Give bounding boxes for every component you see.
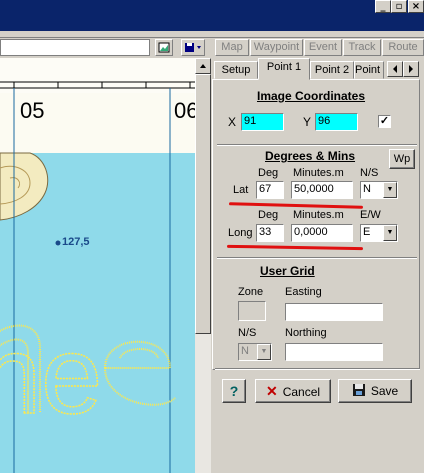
maximize-button[interactable]: ▫ (391, 0, 407, 13)
map-view[interactable]: ne 05 06 127,5 (0, 58, 195, 473)
tab-point-3[interactable]: Point 3 (354, 61, 384, 79)
tab-map[interactable]: Map (215, 39, 249, 56)
save-label: Save (370, 384, 399, 398)
deg-header: Deg (258, 167, 279, 179)
minutes-header: Minutes.m (293, 167, 344, 179)
zone-field[interactable] (238, 301, 266, 321)
separator (215, 368, 420, 370)
x-coordinate-field[interactable]: 91 (241, 113, 284, 131)
long-minutes-field[interactable]: 0,0000 (291, 224, 353, 242)
calibration-panel: Setup Point 1 Point 2 Point 3 Image Coor… (211, 58, 424, 473)
grid-hemisphere-value: N (241, 345, 249, 357)
red-annotation-mark (228, 202, 364, 209)
close-icon: ✕ (265, 383, 278, 399)
tab-content: Image Coordinates X 91 Y 96 ✓ Degrees & … (212, 79, 420, 370)
dropdown-arrow-icon[interactable]: ▼ (257, 344, 271, 360)
map-vertical-scrollbar[interactable] (195, 58, 211, 473)
minimize-button[interactable]: _ (375, 0, 391, 13)
save-disk-icon[interactable] (181, 39, 205, 56)
grid-label-06: 06 (174, 98, 195, 123)
y-label: Y (303, 115, 312, 129)
toolbar: Map Waypoint Event Track Route (0, 38, 424, 58)
close-button[interactable]: × (408, 0, 424, 13)
lat-hemisphere-select[interactable]: N ▼ (360, 181, 398, 199)
floppy-disk-icon (352, 384, 365, 396)
tab-scroll-right-button[interactable] (403, 61, 419, 77)
image-coordinates-title: Image Coordinates (257, 89, 366, 103)
title-bar: _ ▫ × (0, 0, 424, 31)
tab-point-1[interactable]: Point 1 (258, 58, 310, 80)
grid-hemisphere-select[interactable]: N ▼ (238, 343, 272, 361)
easting-label: Easting (285, 286, 322, 298)
ew-header: E/W (360, 209, 381, 221)
save-button[interactable]: Save (338, 379, 412, 403)
spot-height-label: 127,5 (62, 236, 90, 248)
easting-field[interactable] (285, 303, 383, 321)
waypoint-button[interactable]: Wp (389, 149, 415, 169)
ns-header: N/S (360, 167, 379, 179)
red-annotation-mark (226, 244, 364, 251)
cancel-label: Cancel (282, 385, 321, 399)
separator (217, 144, 417, 146)
dropdown-arrow-icon[interactable]: ▼ (383, 182, 397, 198)
lat-minutes-field[interactable]: 50,0000 (291, 181, 353, 199)
tab-track[interactable]: Track (343, 39, 381, 56)
minutes-header-2: Minutes.m (293, 209, 344, 221)
degrees-mins-title: Degrees & Mins (265, 149, 356, 163)
map-overlay-text: ne (0, 314, 102, 437)
grid-ns-label: N/S (238, 327, 257, 339)
northing-field[interactable] (285, 343, 383, 361)
image-icon[interactable] (155, 39, 173, 56)
cancel-button[interactable]: ✕ Cancel (255, 379, 331, 403)
long-label: Long (228, 227, 253, 239)
help-button[interactable]: ? (222, 379, 246, 403)
dropdown-arrow-icon[interactable]: ▼ (383, 225, 397, 241)
long-hemisphere-select[interactable]: E ▼ (360, 224, 398, 242)
long-degrees-field[interactable]: 33 (256, 224, 284, 242)
tab-setup[interactable]: Setup (214, 61, 258, 79)
menu-strip (0, 31, 424, 38)
user-grid-title: User Grid (260, 264, 315, 278)
tab-point-2[interactable]: Point 2 (310, 61, 354, 79)
y-coordinate-field[interactable]: 96 (315, 113, 358, 131)
status-field (0, 39, 150, 56)
northing-label: Northing (285, 327, 327, 339)
scroll-thumb[interactable] (195, 74, 211, 334)
tab-route[interactable]: Route (382, 39, 424, 56)
lock-checkbox[interactable]: ✓ (378, 115, 391, 128)
zone-label: Zone (238, 286, 264, 298)
x-label: X (228, 115, 237, 129)
separator (217, 257, 417, 259)
scroll-up-button[interactable] (195, 58, 211, 74)
lat-hemisphere-value: N (363, 183, 371, 195)
deg-header-2: Deg (258, 209, 279, 221)
tab-scroll-left-button[interactable] (387, 61, 403, 77)
tab-waypoint[interactable]: Waypoint (250, 39, 303, 56)
grid-label-05: 05 (20, 98, 45, 123)
tab-event[interactable]: Event (304, 39, 342, 56)
lat-degrees-field[interactable]: 67 (256, 181, 284, 199)
lat-label: Lat (233, 184, 249, 196)
long-hemisphere-value: E (363, 226, 371, 238)
